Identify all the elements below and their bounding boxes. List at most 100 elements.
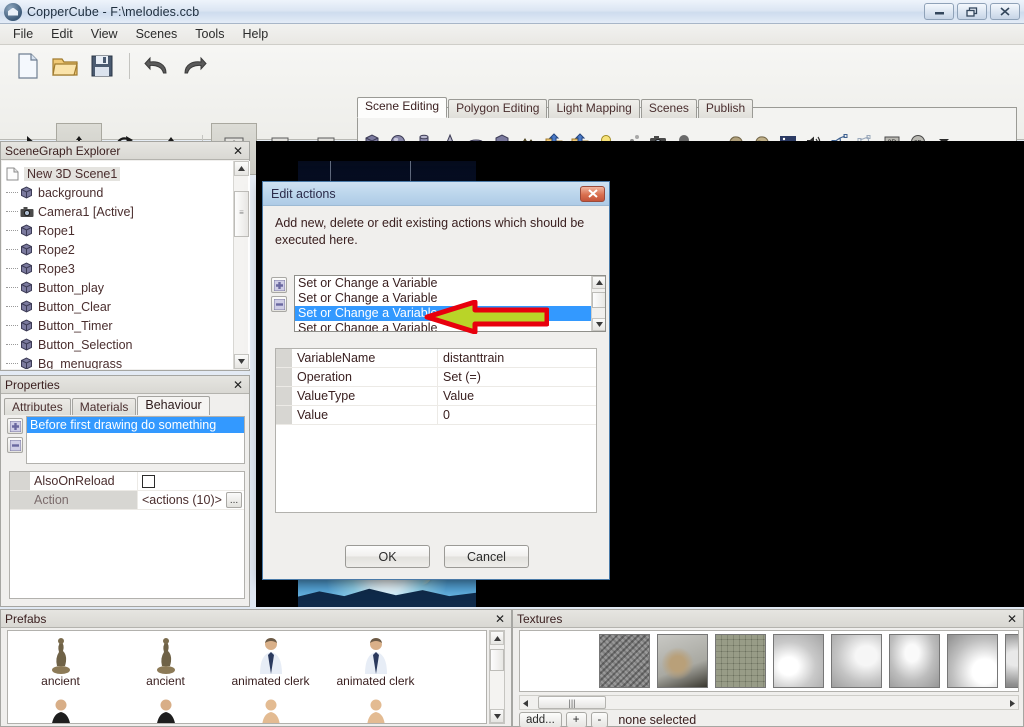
scroll-left-icon[interactable] — [523, 696, 528, 710]
prefabs-grid[interactable]: ancient ancient animated clerk animated … — [7, 630, 487, 724]
tree-node-bg-menugrass[interactable]: Bg_menugrass — [5, 354, 250, 369]
scroll-up-icon[interactable] — [490, 631, 504, 645]
action-list-item[interactable]: Set or Change a Variable — [295, 291, 605, 306]
menu-help[interactable]: Help — [233, 25, 277, 43]
action-list-item-selected[interactable]: Set or Change a Variable — [295, 306, 605, 321]
property-value[interactable] — [138, 472, 244, 491]
tab-behaviour[interactable]: Behaviour — [137, 396, 210, 415]
action-property-value[interactable]: distanttrain — [438, 349, 596, 368]
minimize-button[interactable] — [924, 3, 954, 20]
tree-node-button-clear[interactable]: Button_Clear — [5, 297, 250, 316]
prefab-item[interactable] — [8, 694, 113, 723]
prefab-item[interactable] — [218, 694, 323, 723]
dialog-add-action-button[interactable] — [271, 277, 287, 293]
prefab-item[interactable] — [323, 694, 428, 723]
scroll-down-icon[interactable] — [592, 318, 605, 331]
scroll-up-icon[interactable] — [234, 161, 249, 176]
tab-scene-editing[interactable]: Scene Editing — [357, 97, 448, 118]
add-texture-button[interactable]: add... — [519, 712, 562, 727]
texture-list[interactable] — [519, 630, 1019, 692]
action-list-item[interactable]: Set or Change a Variable — [295, 321, 605, 331]
save-file-icon[interactable] — [86, 51, 118, 81]
texture-thumb-concrete-gray[interactable] — [599, 634, 650, 688]
properties-close-icon[interactable]: ✕ — [231, 378, 245, 392]
redo-icon[interactable] — [178, 51, 210, 81]
scroll-right-icon[interactable] — [1010, 696, 1015, 710]
scroll-down-icon[interactable] — [234, 354, 249, 369]
action-property-row-operation[interactable]: Operation Set (=) — [276, 368, 596, 387]
property-row-alsoonreload[interactable]: AlsoOnReload — [10, 472, 244, 491]
texture-zoom-out-button[interactable]: - — [590, 712, 609, 727]
action-property-value[interactable]: Value — [438, 387, 596, 406]
tab-materials[interactable]: Materials — [71, 398, 137, 415]
open-file-icon[interactable] — [49, 51, 81, 81]
tree-node-root[interactable]: New 3D Scene1 — [5, 164, 250, 183]
behaviour-list-item[interactable]: Before first drawing do something — [27, 417, 244, 433]
menu-scenes[interactable]: Scenes — [127, 25, 187, 43]
menu-file[interactable]: File — [4, 25, 42, 43]
undo-icon[interactable] — [141, 51, 173, 81]
scrollbar-thumb[interactable] — [592, 292, 605, 308]
prefabs-close-icon[interactable]: ✕ — [493, 612, 507, 626]
texture-thumb-grid-dark[interactable] — [715, 634, 766, 688]
prefab-item[interactable]: ancient — [113, 634, 218, 694]
action-list-scrollbar[interactable] — [591, 276, 605, 331]
scenegraph-tree[interactable]: New 3D Scene1 background Camera1 [Active… — [2, 161, 250, 369]
tree-node-rope2[interactable]: Rope2 — [5, 240, 250, 259]
tree-node-button-timer[interactable]: Button_Timer — [5, 316, 250, 335]
texture-thumb-cloud-1[interactable] — [773, 634, 824, 688]
prefab-item[interactable] — [113, 694, 218, 723]
texture-thumb-cloud-2[interactable] — [831, 634, 882, 688]
action-property-row-variablename[interactable]: VariableName distanttrain — [276, 349, 596, 368]
prefab-item[interactable]: ancient — [8, 634, 113, 694]
tab-scenes[interactable]: Scenes — [640, 99, 697, 118]
prefabs-scrollbar[interactable] — [489, 630, 505, 724]
cancel-button[interactable]: Cancel — [444, 545, 529, 568]
alsoonreload-checkbox[interactable] — [142, 474, 155, 488]
tree-node-camera1[interactable]: Camera1 [Active] — [5, 202, 250, 221]
action-browse-button[interactable]: ... — [226, 492, 242, 508]
textures-hscrollbar[interactable]: ||| — [519, 695, 1019, 710]
textures-close-icon[interactable]: ✕ — [1005, 612, 1019, 626]
dialog-remove-action-button[interactable] — [271, 296, 287, 312]
texture-thumb-rusted-metal[interactable] — [657, 634, 708, 688]
menu-view[interactable]: View — [82, 25, 127, 43]
remove-behaviour-button[interactable] — [7, 437, 23, 453]
property-row-action[interactable]: Action <actions (10)> ... — [10, 491, 244, 510]
texture-zoom-in-button[interactable]: + — [565, 712, 587, 727]
tab-light-mapping[interactable]: Light Mapping — [548, 99, 640, 118]
close-button[interactable] — [990, 3, 1020, 20]
tree-node-button-play[interactable]: Button_play — [5, 278, 250, 297]
tab-attributes[interactable]: Attributes — [4, 398, 71, 415]
prefab-item[interactable]: animated clerk — [218, 634, 323, 694]
action-listbox[interactable]: Set or Change a Variable Set or Change a… — [294, 275, 606, 332]
scenegraph-close-icon[interactable]: ✕ — [231, 144, 245, 158]
hscrollbar-thumb[interactable]: ||| — [538, 696, 606, 709]
property-value[interactable]: <actions (10)> ... — [138, 491, 244, 510]
menu-edit[interactable]: Edit — [42, 25, 82, 43]
behaviour-list[interactable]: Before first drawing do something — [26, 416, 245, 464]
tree-node-rope3[interactable]: Rope3 — [5, 259, 250, 278]
tree-node-rope1[interactable]: Rope1 — [5, 221, 250, 240]
action-property-value[interactable]: 0 — [438, 406, 596, 425]
action-property-row-value[interactable]: Value 0 — [276, 406, 596, 425]
scroll-up-icon[interactable] — [592, 276, 605, 289]
texture-thumb-cloud-3[interactable] — [889, 634, 940, 688]
texture-thumb-cloud-4[interactable] — [947, 634, 998, 688]
scrollbar-thumb[interactable] — [490, 649, 504, 671]
action-list-item[interactable]: Set or Change a Variable — [295, 276, 605, 291]
scenegraph-scrollbar[interactable]: ≡ — [233, 161, 249, 369]
tree-node-background[interactable]: background — [5, 183, 250, 202]
action-property-value[interactable]: Set (=) — [438, 368, 596, 387]
menu-tools[interactable]: Tools — [186, 25, 233, 43]
texture-thumb-cloud-5[interactable] — [1005, 634, 1018, 688]
dialog-close-icon[interactable] — [580, 185, 605, 202]
restore-button[interactable] — [957, 3, 987, 20]
tree-node-button-selection[interactable]: Button_Selection — [5, 335, 250, 354]
scrollbar-thumb[interactable]: ≡ — [234, 191, 249, 237]
prefab-item[interactable]: animated clerk — [323, 634, 428, 694]
ok-button[interactable]: OK — [345, 545, 430, 568]
tab-polygon-editing[interactable]: Polygon Editing — [448, 99, 548, 118]
add-behaviour-button[interactable] — [7, 418, 23, 434]
tab-publish[interactable]: Publish — [697, 99, 754, 118]
